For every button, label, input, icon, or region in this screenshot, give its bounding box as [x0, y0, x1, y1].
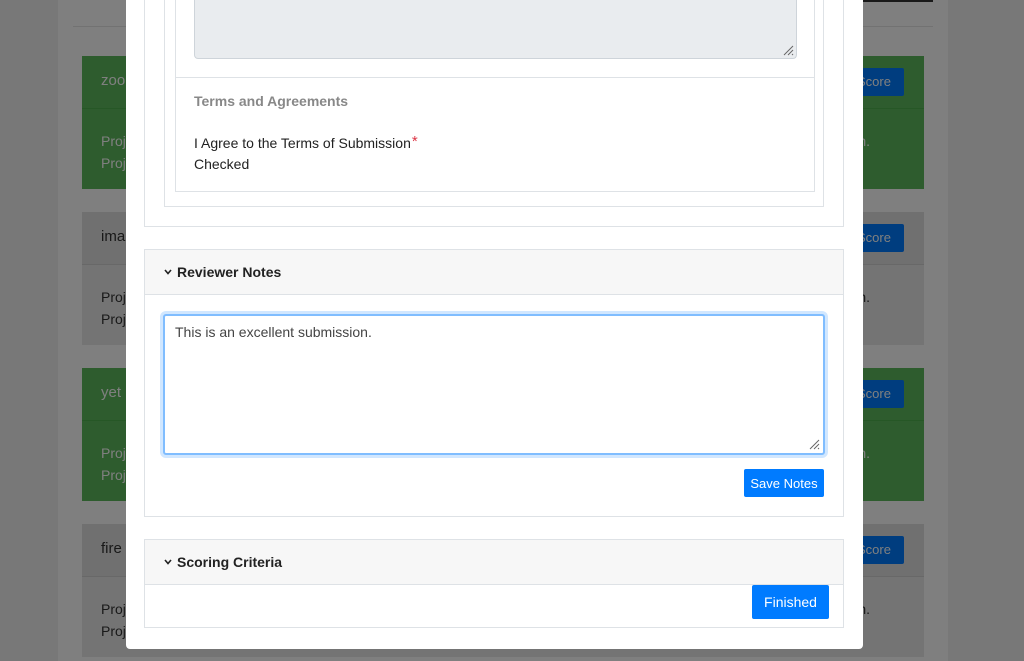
- submission-section: Terms and Agreements I Agree to the Term…: [144, 0, 844, 227]
- submission-fields-panel: Terms and Agreements I Agree to the Term…: [164, 0, 824, 207]
- reviewer-notes-card: Reviewer Notes This is an excellent subm…: [144, 249, 844, 517]
- chevron-down-icon: [164, 559, 172, 565]
- terms-heading: Terms and Agreements: [194, 93, 349, 109]
- scoring-criteria-header[interactable]: Scoring Criteria: [145, 540, 843, 585]
- scoring-criteria-title: Scoring Criteria: [177, 554, 283, 570]
- terms-agreement-text: I Agree to the Terms of Submission: [194, 135, 411, 151]
- reviewer-notes-title: Reviewer Notes: [177, 264, 282, 280]
- required-asterisk: *: [411, 133, 418, 150]
- terms-agreement-label: I Agree to the Terms of Submission*: [194, 133, 418, 151]
- terms-agreement-value: Checked: [194, 156, 250, 172]
- resize-grip-icon: [783, 45, 794, 56]
- submission-fields-card: Terms and Agreements I Agree to the Term…: [175, 0, 815, 192]
- save-notes-button[interactable]: Save Notes: [744, 469, 824, 497]
- reviewer-notes-header[interactable]: Reviewer Notes: [145, 250, 843, 295]
- reviewer-notes-input[interactable]: This is an excellent submission.: [163, 314, 825, 455]
- chevron-down-icon: [164, 269, 172, 275]
- readonly-textarea: [194, 0, 797, 59]
- review-modal: Terms and Agreements I Agree to the Term…: [126, 0, 863, 649]
- finished-button[interactable]: Finished: [752, 585, 829, 619]
- scoring-criteria-card: Scoring Criteria Finished: [144, 539, 844, 628]
- section-divider: [176, 77, 814, 78]
